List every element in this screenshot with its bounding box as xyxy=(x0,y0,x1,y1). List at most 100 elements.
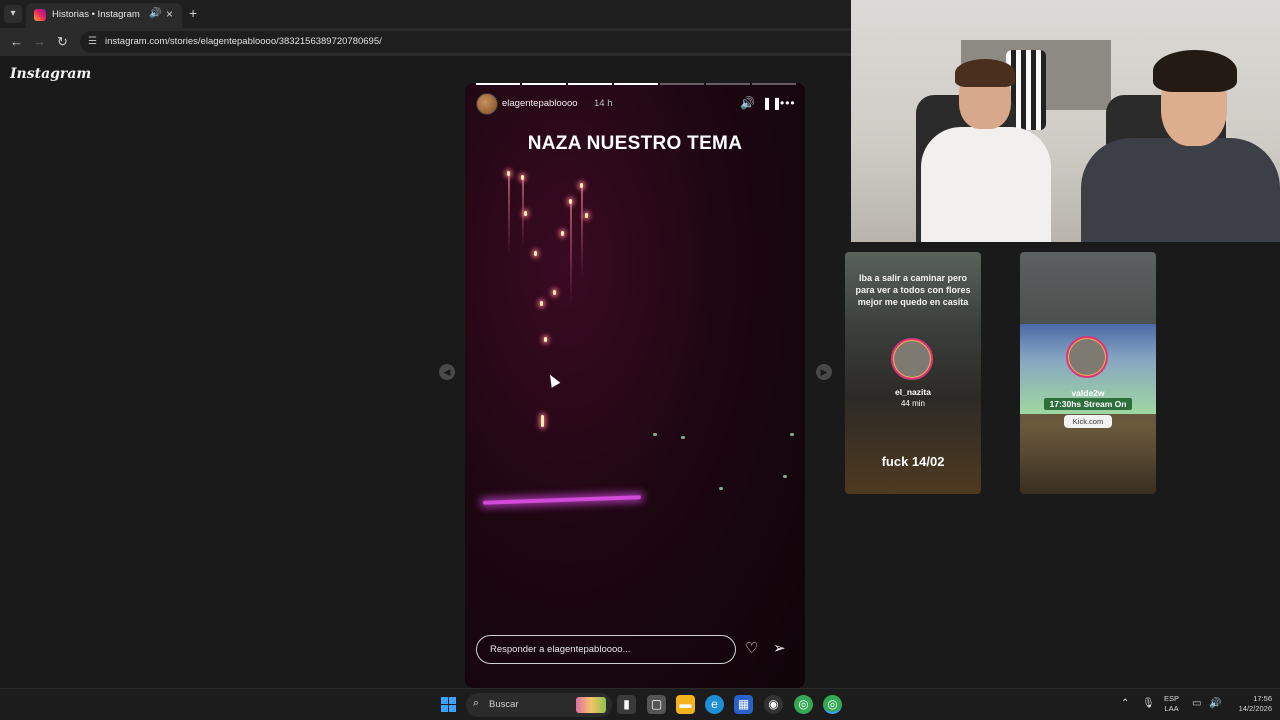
more-icon[interactable]: ••• xyxy=(780,96,796,110)
address-bar[interactable]: ☰ instagram.com/stories/elagentepabloooo… xyxy=(80,31,851,53)
firework-trail xyxy=(581,188,583,278)
microphone-icon[interactable]: 🎙 xyxy=(1142,698,1155,709)
clock-time: 17:56 xyxy=(1253,694,1272,703)
volume-icon[interactable]: 🔊 xyxy=(1209,698,1221,709)
firework-spark xyxy=(540,301,543,306)
clock-date: 14/2/2026 xyxy=(1238,704,1272,713)
story-progress-segment xyxy=(476,83,520,85)
streamer-right-body xyxy=(1081,138,1280,242)
forward-arrow-icon[interactable]: → xyxy=(33,34,46,49)
previous-story-arrow-icon[interactable]: ◀ xyxy=(439,364,455,380)
app-icon[interactable]: ▢ xyxy=(647,695,666,714)
file-explorer-icon[interactable]: ▬ xyxy=(676,695,695,714)
chrome-icon[interactable]: ◎ xyxy=(794,695,813,714)
kick-link-sticker: Kick.com xyxy=(1064,415,1112,428)
story-progress-segment xyxy=(706,83,750,85)
story-text-overlay: NAZA NUESTRO TEMA xyxy=(527,133,743,154)
streamer-right xyxy=(1071,50,1280,242)
story-preview-card-1: Iba a salir a caminar pero para ver a to… xyxy=(845,252,981,494)
chrome-active-icon[interactable]: ◎ xyxy=(823,695,842,714)
task-view-icon[interactable]: ▮ xyxy=(617,695,636,714)
instagram-favicon-icon xyxy=(34,9,46,21)
language-code: ESP xyxy=(1164,694,1180,703)
firework-spark xyxy=(553,290,556,295)
windows-start-icon[interactable] xyxy=(441,697,456,712)
card-caption: Iba a salir a caminar pero para ver a to… xyxy=(855,273,971,307)
story-reply-input[interactable]: Responder a elagentepabloooo... xyxy=(476,635,736,664)
webcam-feed xyxy=(851,0,1280,242)
instagram-logo[interactable]: Instagram xyxy=(10,66,91,82)
card-time: 44 min xyxy=(900,399,925,408)
speaker-icon[interactable]: 🔊 xyxy=(740,96,755,110)
card-stream-text: 17:30hs Stream On xyxy=(1049,399,1127,409)
story-progress-segment xyxy=(522,83,566,85)
firework-spark xyxy=(524,211,527,216)
language-indicator[interactable]: ESP LAA xyxy=(1164,694,1179,714)
city-light xyxy=(681,436,685,439)
firework-spark xyxy=(521,175,524,180)
city-light xyxy=(790,433,794,436)
search-highlight-image xyxy=(576,697,606,713)
firework-spark xyxy=(507,171,510,176)
app-icon[interactable]: ◉ xyxy=(764,695,783,714)
avatar[interactable] xyxy=(476,93,498,115)
streamer-left-body xyxy=(921,127,1051,242)
browser-tab-instagram[interactable]: Historias • Instagram 🔊 × xyxy=(26,3,182,28)
firework-trail xyxy=(508,175,510,255)
tab-speaker-icon[interactable]: 🔊 xyxy=(149,8,161,19)
card-username: valde2w xyxy=(1071,388,1105,398)
city-light xyxy=(653,433,657,436)
story-preview-card-2: valde2w 17:30hs Stream On Kick.com xyxy=(1020,252,1156,494)
story-progress-segment xyxy=(752,83,796,85)
tab-close-icon[interactable]: × xyxy=(166,7,173,21)
browser-tab-bar: ▾ Historias • Instagram 🔊 × + xyxy=(0,0,851,28)
new-tab-plus-icon[interactable]: + xyxy=(189,5,197,21)
neon-light-strip xyxy=(482,495,642,505)
card-username: el_nazita xyxy=(895,387,931,397)
back-arrow-icon[interactable]: ← xyxy=(10,34,23,49)
story-time: 14 h xyxy=(594,98,613,109)
story-viewer[interactable]: elagentepabloooo 14 h 🔊 ❚❚ ••• NAZA NUES… xyxy=(465,83,805,688)
instagram-page: Instagram ◀ ▶ elagentepabloooo 14 h 🔊 ❚❚… xyxy=(0,56,851,688)
reload-icon[interactable]: ↻ xyxy=(57,34,68,50)
story-progress-segment xyxy=(614,83,658,85)
system-clock[interactable]: 17:56 14/2/2026 xyxy=(1226,694,1272,714)
network-icon[interactable]: ▭ xyxy=(1192,698,1201,709)
keyboard-layout: LAA xyxy=(1164,704,1179,713)
tab-list-chevron-down-icon[interactable]: ▾ xyxy=(4,5,22,23)
story-username[interactable]: elagentepabloooo xyxy=(502,98,578,109)
browser-toolbar: ← → ↻ ☰ instagram.com/stories/elagentepa… xyxy=(0,28,851,56)
city-light xyxy=(719,487,723,490)
next-story-arrow-icon[interactable]: ▶ xyxy=(816,364,832,380)
store-icon[interactable]: ▦ xyxy=(734,695,753,714)
url-text: instagram.com/stories/elagentepabloooo/3… xyxy=(105,36,382,47)
avatar xyxy=(891,338,933,380)
windows-taskbar: ⌕ Buscar ▮ ▢ ▬ e ▦ ◉ ◎ ◎ ⌃ 🎙 ESP LAA ▭ 🔊… xyxy=(0,688,1280,720)
site-info-icon[interactable]: ☰ xyxy=(88,36,97,47)
taskbar-search[interactable]: ⌕ Buscar xyxy=(466,693,612,717)
streamer-right-hair xyxy=(1153,50,1237,92)
firework-trail xyxy=(570,203,572,303)
firework-spark xyxy=(580,183,583,188)
heart-icon[interactable]: ♡ xyxy=(745,639,758,657)
story-progress-bar xyxy=(476,83,796,85)
card-big-text: fuck 14/02 xyxy=(881,454,945,469)
firework-spark xyxy=(544,337,547,342)
firework-spark xyxy=(585,213,588,218)
avatar xyxy=(1066,336,1108,378)
taskbar-search-placeholder: Buscar xyxy=(489,699,519,710)
firework-spark xyxy=(534,251,537,256)
firework-spark xyxy=(541,415,544,427)
reply-placeholder: Responder a elagentepabloooo... xyxy=(490,644,631,655)
city-light xyxy=(783,475,787,478)
chevron-up-icon[interactable]: ⌃ xyxy=(1121,698,1129,709)
streamer-left xyxy=(901,59,1051,242)
tab-title: Historias • Instagram xyxy=(52,9,140,20)
story-progress-segment xyxy=(568,83,612,85)
streamer-left-hair xyxy=(955,59,1015,87)
send-icon[interactable]: ➢ xyxy=(773,639,786,657)
story-header: elagentepabloooo 14 h 🔊 ❚❚ ••• xyxy=(476,93,796,115)
edge-browser-icon[interactable]: e xyxy=(705,695,724,714)
story-progress-segment xyxy=(660,83,704,85)
firework-spark xyxy=(569,199,572,204)
